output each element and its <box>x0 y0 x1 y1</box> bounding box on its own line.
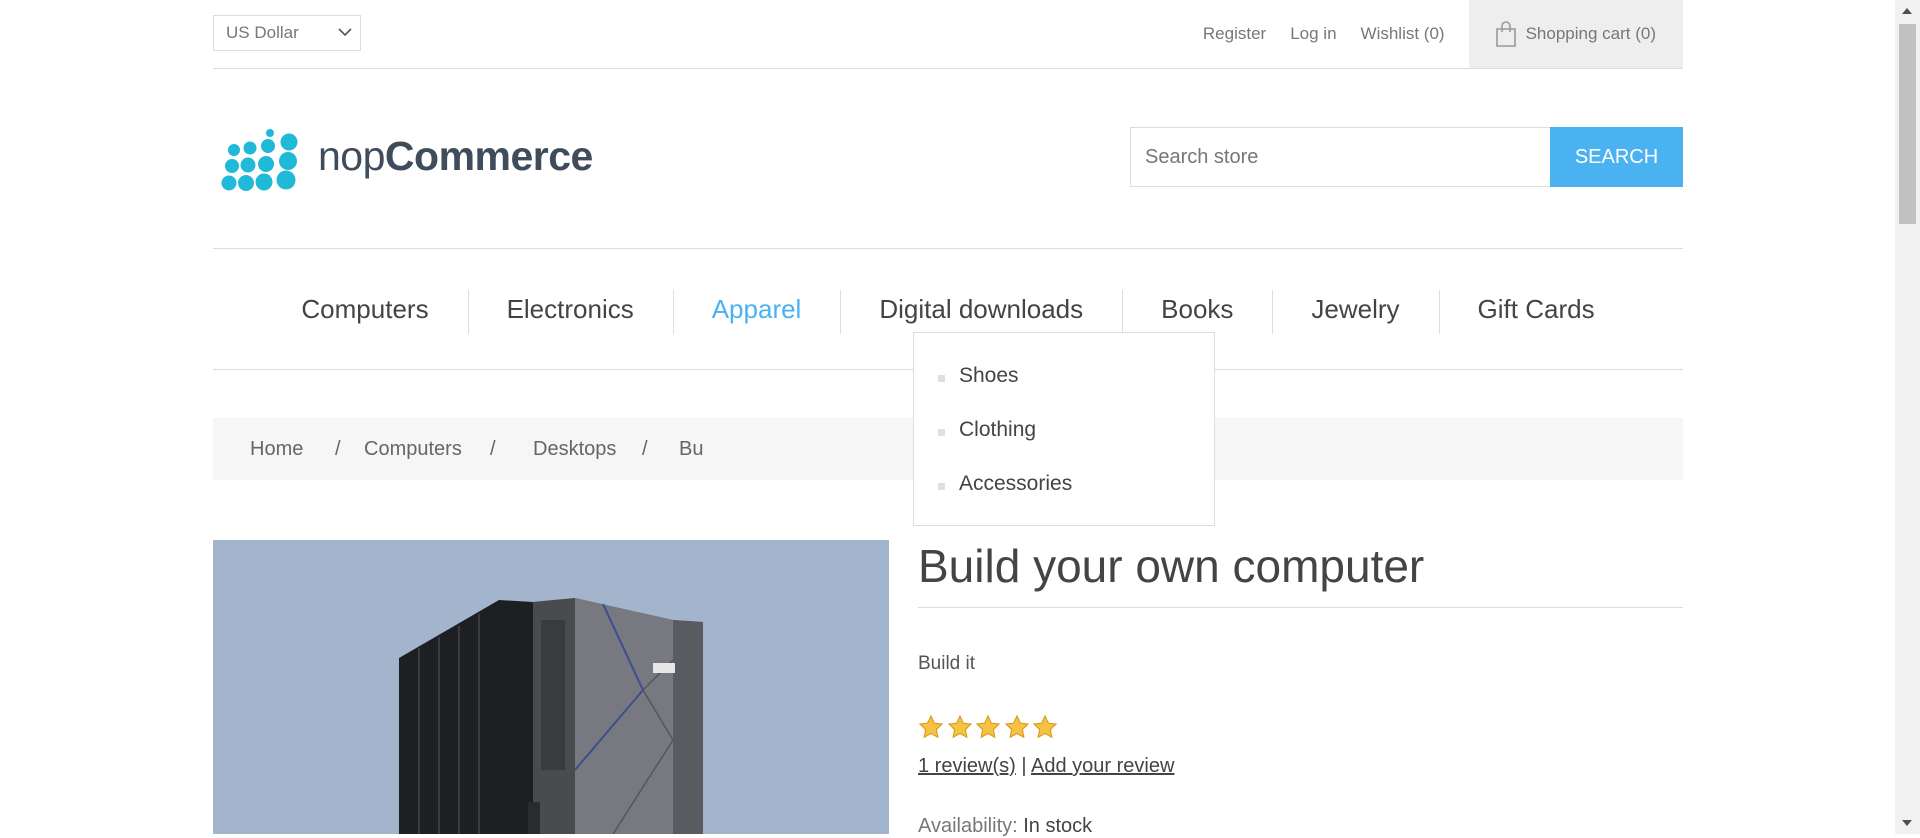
page-scrollbar[interactable] <box>1895 0 1920 834</box>
menu-item-books[interactable]: Books <box>1122 289 1272 334</box>
page-container: US Dollar Register Log in Wishlist (0) S… <box>213 0 1683 837</box>
star-icon <box>975 714 1001 739</box>
header-top-bar: US Dollar Register Log in Wishlist (0) S… <box>213 0 1683 69</box>
scroll-down-arrow-icon[interactable] <box>1902 820 1912 826</box>
submenu-item-clothing[interactable]: Clothing <box>959 418 1036 442</box>
server-tower-image <box>399 598 703 834</box>
breadcrumb-home[interactable]: Home <box>250 438 303 461</box>
header-links: Register Log in Wishlist (0) Shopping ca… <box>1203 0 1683 68</box>
bullet-icon <box>938 375 945 382</box>
star-icon <box>1032 714 1058 739</box>
breadcrumb-computers[interactable]: Computers <box>364 438 462 461</box>
breadcrumb-separator: / <box>490 438 496 460</box>
menu-item-digital-downloads[interactable]: Digital downloads <box>840 289 1122 334</box>
submenu-item-shoes[interactable]: Shoes <box>959 364 1019 388</box>
bullet-icon <box>938 483 945 490</box>
breadcrumb-current: Bu <box>679 438 704 460</box>
search-button[interactable]: SEARCH <box>1550 127 1683 187</box>
scroll-up-arrow-icon[interactable] <box>1902 8 1912 14</box>
product-reviews: 1 review(s) | Add your review <box>918 755 1174 778</box>
bullet-icon <box>938 429 945 436</box>
search-box: SEARCH <box>1130 127 1683 187</box>
submenu-item-accessories[interactable]: Accessories <box>959 472 1072 496</box>
logo-wordmark: nopCommerce <box>318 133 593 180</box>
product-picture[interactable] <box>213 540 889 834</box>
menu-item-apparel[interactable]: Apparel <box>672 289 841 334</box>
search-input[interactable] <box>1130 127 1550 187</box>
apparel-submenu: Shoes Clothing Accessories <box>913 332 1215 526</box>
reviews-count-link[interactable]: 1 review(s) <box>918 755 1016 777</box>
add-review-link[interactable]: Add your review <box>1031 755 1174 777</box>
star-icon <box>947 714 972 739</box>
dots-logo-icon <box>221 129 298 191</box>
currency-selector[interactable]: US Dollar <box>213 15 361 51</box>
product-overview: Build your own computer Build it 1 revie… <box>918 540 1683 837</box>
product-rating <box>918 714 1061 740</box>
chevron-down-icon <box>338 28 352 37</box>
breadcrumb-separator: / <box>642 438 648 460</box>
menu-item-gift-cards[interactable]: Gift Cards <box>1438 289 1634 334</box>
divider <box>918 607 1683 608</box>
reviews-separator: | <box>1021 755 1027 777</box>
menu-item-computers[interactable]: Computers <box>262 294 467 325</box>
breadcrumb-separator: / <box>335 438 341 460</box>
login-link[interactable]: Log in <box>1290 24 1336 44</box>
logo-suffix: Commerce <box>384 133 593 179</box>
star-icon <box>918 714 944 739</box>
shopping-bag-icon <box>1495 20 1516 47</box>
breadcrumb-desktops[interactable]: Desktops <box>533 438 616 461</box>
wishlist-link[interactable]: Wishlist (0) <box>1361 24 1445 44</box>
register-link[interactable]: Register <box>1203 24 1266 44</box>
product-short-description: Build it <box>918 653 976 674</box>
shopping-cart-label: Shopping cart (0) <box>1525 24 1656 43</box>
scrollbar-thumb[interactable] <box>1899 24 1916 224</box>
store-logo[interactable]: nopCommerce <box>218 127 598 193</box>
star-icon <box>1004 714 1029 739</box>
menu-item-electronics[interactable]: Electronics <box>467 289 673 334</box>
shopping-cart-link[interactable]: Shopping cart (0) <box>1468 0 1683 68</box>
currency-selected-value: US Dollar <box>226 23 299 42</box>
logo-prefix: nop <box>318 133 385 179</box>
product-name: Build your own computer <box>918 540 1425 592</box>
product-availability: Availability: In stock <box>918 815 1092 838</box>
menu-item-jewelry[interactable]: Jewelry <box>1272 289 1438 334</box>
